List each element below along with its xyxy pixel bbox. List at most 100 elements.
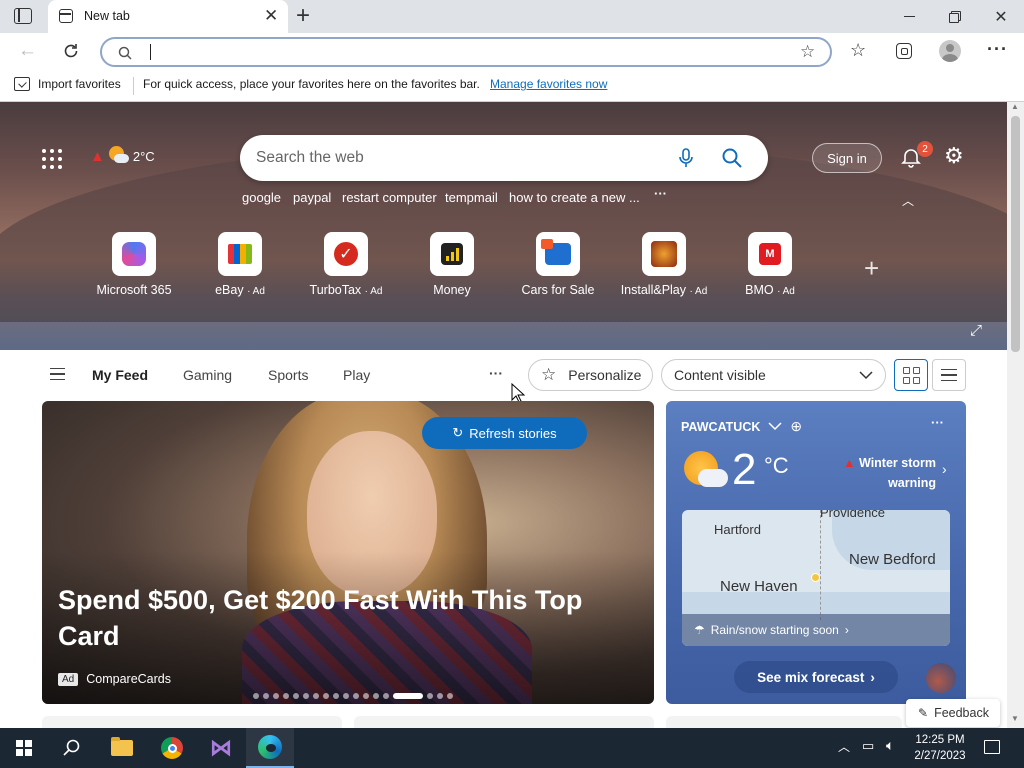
collections-icon[interactable] <box>896 43 912 59</box>
import-favorites-button[interactable]: Import favorites <box>14 77 121 91</box>
carousel-dot[interactable] <box>283 693 289 699</box>
carousel-dot[interactable] <box>323 693 329 699</box>
app-launcher-icon[interactable] <box>42 149 62 169</box>
more-suggestions-icon[interactable]: ··· <box>654 186 667 201</box>
carousel-dot[interactable] <box>343 693 349 699</box>
carousel-dot[interactable] <box>373 693 379 699</box>
tile-install-and-play[interactable]: Install&Play · Ad <box>619 232 709 297</box>
carousel-dots[interactable] <box>253 693 453 699</box>
refresh-button[interactable] <box>62 42 80 60</box>
weather-avatar[interactable] <box>926 663 956 693</box>
content-visibility-select[interactable]: Content visible <box>661 359 886 391</box>
collapse-chevron-icon[interactable]: ︿ <box>902 192 914 209</box>
web-search-box[interactable]: Search the web <box>240 135 768 181</box>
minimize-button[interactable] <box>886 0 932 33</box>
suggestion-tempmail[interactable]: tempmail <box>445 190 498 205</box>
scrollbar-thumb[interactable] <box>1011 116 1020 352</box>
suggestion-restart-computer[interactable]: restart computer <box>342 190 437 205</box>
page-settings-icon[interactable]: ⚙ <box>944 143 964 169</box>
visual-studio-button[interactable]: ⋈ <box>197 728 245 768</box>
menu-icon[interactable] <box>50 368 65 380</box>
add-shortcut-button[interactable]: + <box>864 253 879 284</box>
carousel-dot[interactable] <box>437 693 443 699</box>
new-tab-button[interactable]: + <box>296 2 310 30</box>
chrome-button[interactable] <box>148 728 196 768</box>
carousel-dot[interactable] <box>333 693 339 699</box>
tile-turbotax[interactable]: ✓ TurboTax · Ad <box>301 232 391 297</box>
carousel-dot[interactable] <box>427 693 433 699</box>
show-hidden-icons[interactable]: ︿ <box>838 738 850 755</box>
tab-gaming[interactable]: Gaming <box>183 367 232 383</box>
settings-more-icon[interactable]: ··· <box>987 39 1008 60</box>
story-card[interactable]: ↻ Refresh stories Spend $500, Get $200 F… <box>42 401 654 704</box>
network-icon[interactable]: ▭ <box>862 738 874 754</box>
precip-banner[interactable]: ☂ Rain/snow starting soon › <box>682 614 950 646</box>
close-window-button[interactable]: ✕ <box>978 0 1024 33</box>
tile-microsoft-365[interactable]: Microsoft 365 <box>89 232 179 297</box>
expand-icon[interactable]: ⤢ <box>970 322 982 339</box>
search-button[interactable] <box>48 728 96 768</box>
chevron-right-icon[interactable]: › <box>942 461 947 477</box>
favorites-icon[interactable]: ☆ <box>850 40 866 61</box>
carousel-dot[interactable] <box>263 693 269 699</box>
tile-money[interactable]: Money <box>407 232 497 297</box>
feedback-button[interactable]: ✎ Feedback <box>906 699 1000 727</box>
sign-in-button[interactable]: Sign in <box>812 143 882 173</box>
tab-my-feed[interactable]: My Feed <box>92 367 148 383</box>
weather-card[interactable]: PAWCATUCK ⊕ ··· 2 °C ▲ Winter storm warn… <box>666 401 966 704</box>
weather-more-icon[interactable]: ··· <box>931 415 944 430</box>
profile-avatar[interactable] <box>939 40 961 62</box>
suggestion-google[interactable]: google <box>242 190 281 205</box>
grid-layout-button[interactable] <box>894 359 928 391</box>
address-bar[interactable]: ☆ <box>100 37 832 67</box>
refresh-stories-button[interactable]: ↻ Refresh stories <box>422 417 587 449</box>
carousel-dot-active[interactable] <box>393 693 423 699</box>
clock[interactable]: 12:25 PM 2/27/2023 <box>912 732 968 764</box>
list-layout-button[interactable] <box>932 359 966 391</box>
hero-weather-widget[interactable]: ▲ 2°C <box>90 146 155 166</box>
restore-button[interactable] <box>932 0 978 33</box>
carousel-dot[interactable] <box>383 693 389 699</box>
address-input[interactable] <box>146 41 746 63</box>
microphone-icon[interactable] <box>678 148 694 168</box>
suggestion-how-to-create[interactable]: how to create a new ... <box>509 190 640 205</box>
carousel-dot[interactable] <box>353 693 359 699</box>
tile-ebay[interactable]: eBay · Ad <box>195 232 285 297</box>
notifications-button[interactable]: 2 <box>900 141 933 168</box>
add-favorite-icon[interactable]: ☆ <box>800 42 815 62</box>
carousel-dot[interactable] <box>447 693 453 699</box>
carousel-dot[interactable] <box>313 693 319 699</box>
weather-map[interactable]: Hartford Providence New Bedford New Have… <box>682 510 950 646</box>
personalize-button[interactable]: ☆ Personalize <box>528 359 653 391</box>
scroll-down-icon[interactable]: ▼ <box>1011 714 1019 723</box>
tab-actions-icon[interactable] <box>14 8 32 24</box>
start-button[interactable] <box>0 728 48 768</box>
scroll-up-icon[interactable]: ▲ <box>1011 102 1019 111</box>
notification-center-icon[interactable] <box>984 740 1000 754</box>
weather-location[interactable]: PAWCATUCK ⊕ <box>681 418 802 435</box>
tile-bmo[interactable]: M BMO · Ad <box>725 232 815 297</box>
tab-new-tab[interactable]: New tab ✕ <box>48 0 288 33</box>
tab-sports[interactable]: Sports <box>268 367 308 383</box>
carousel-dot[interactable] <box>273 693 279 699</box>
file-explorer-button[interactable] <box>98 728 146 768</box>
edge-button[interactable] <box>246 728 294 768</box>
winter-storm-alert[interactable]: ▲ Winter storm warning <box>816 453 936 493</box>
carousel-dot[interactable] <box>253 693 259 699</box>
carousel-dot[interactable] <box>363 693 369 699</box>
close-tab-icon[interactable]: ✕ <box>264 6 278 26</box>
more-tabs-icon[interactable]: ··· <box>489 365 503 381</box>
manage-favorites-link[interactable]: Manage favorites now <box>490 77 607 91</box>
suggestion-paypal[interactable]: paypal <box>293 190 331 205</box>
story-headline[interactable]: Spend $500, Get $200 Fast With This Top … <box>58 582 618 654</box>
tab-play[interactable]: Play <box>343 367 370 383</box>
see-forecast-button[interactable]: See mix forecast › <box>734 661 898 693</box>
forecast-label: See mix forecast <box>757 669 865 685</box>
search-submit-icon[interactable] <box>722 148 742 168</box>
tile-cars-for-sale[interactable]: Cars for Sale <box>513 232 603 297</box>
carousel-dot[interactable] <box>303 693 309 699</box>
carousel-dot[interactable] <box>293 693 299 699</box>
volume-icon[interactable]: 🔈︎ <box>886 737 894 754</box>
back-button[interactable]: ← <box>18 40 37 62</box>
page-scrollbar[interactable]: ▲ ▼ <box>1007 102 1024 728</box>
